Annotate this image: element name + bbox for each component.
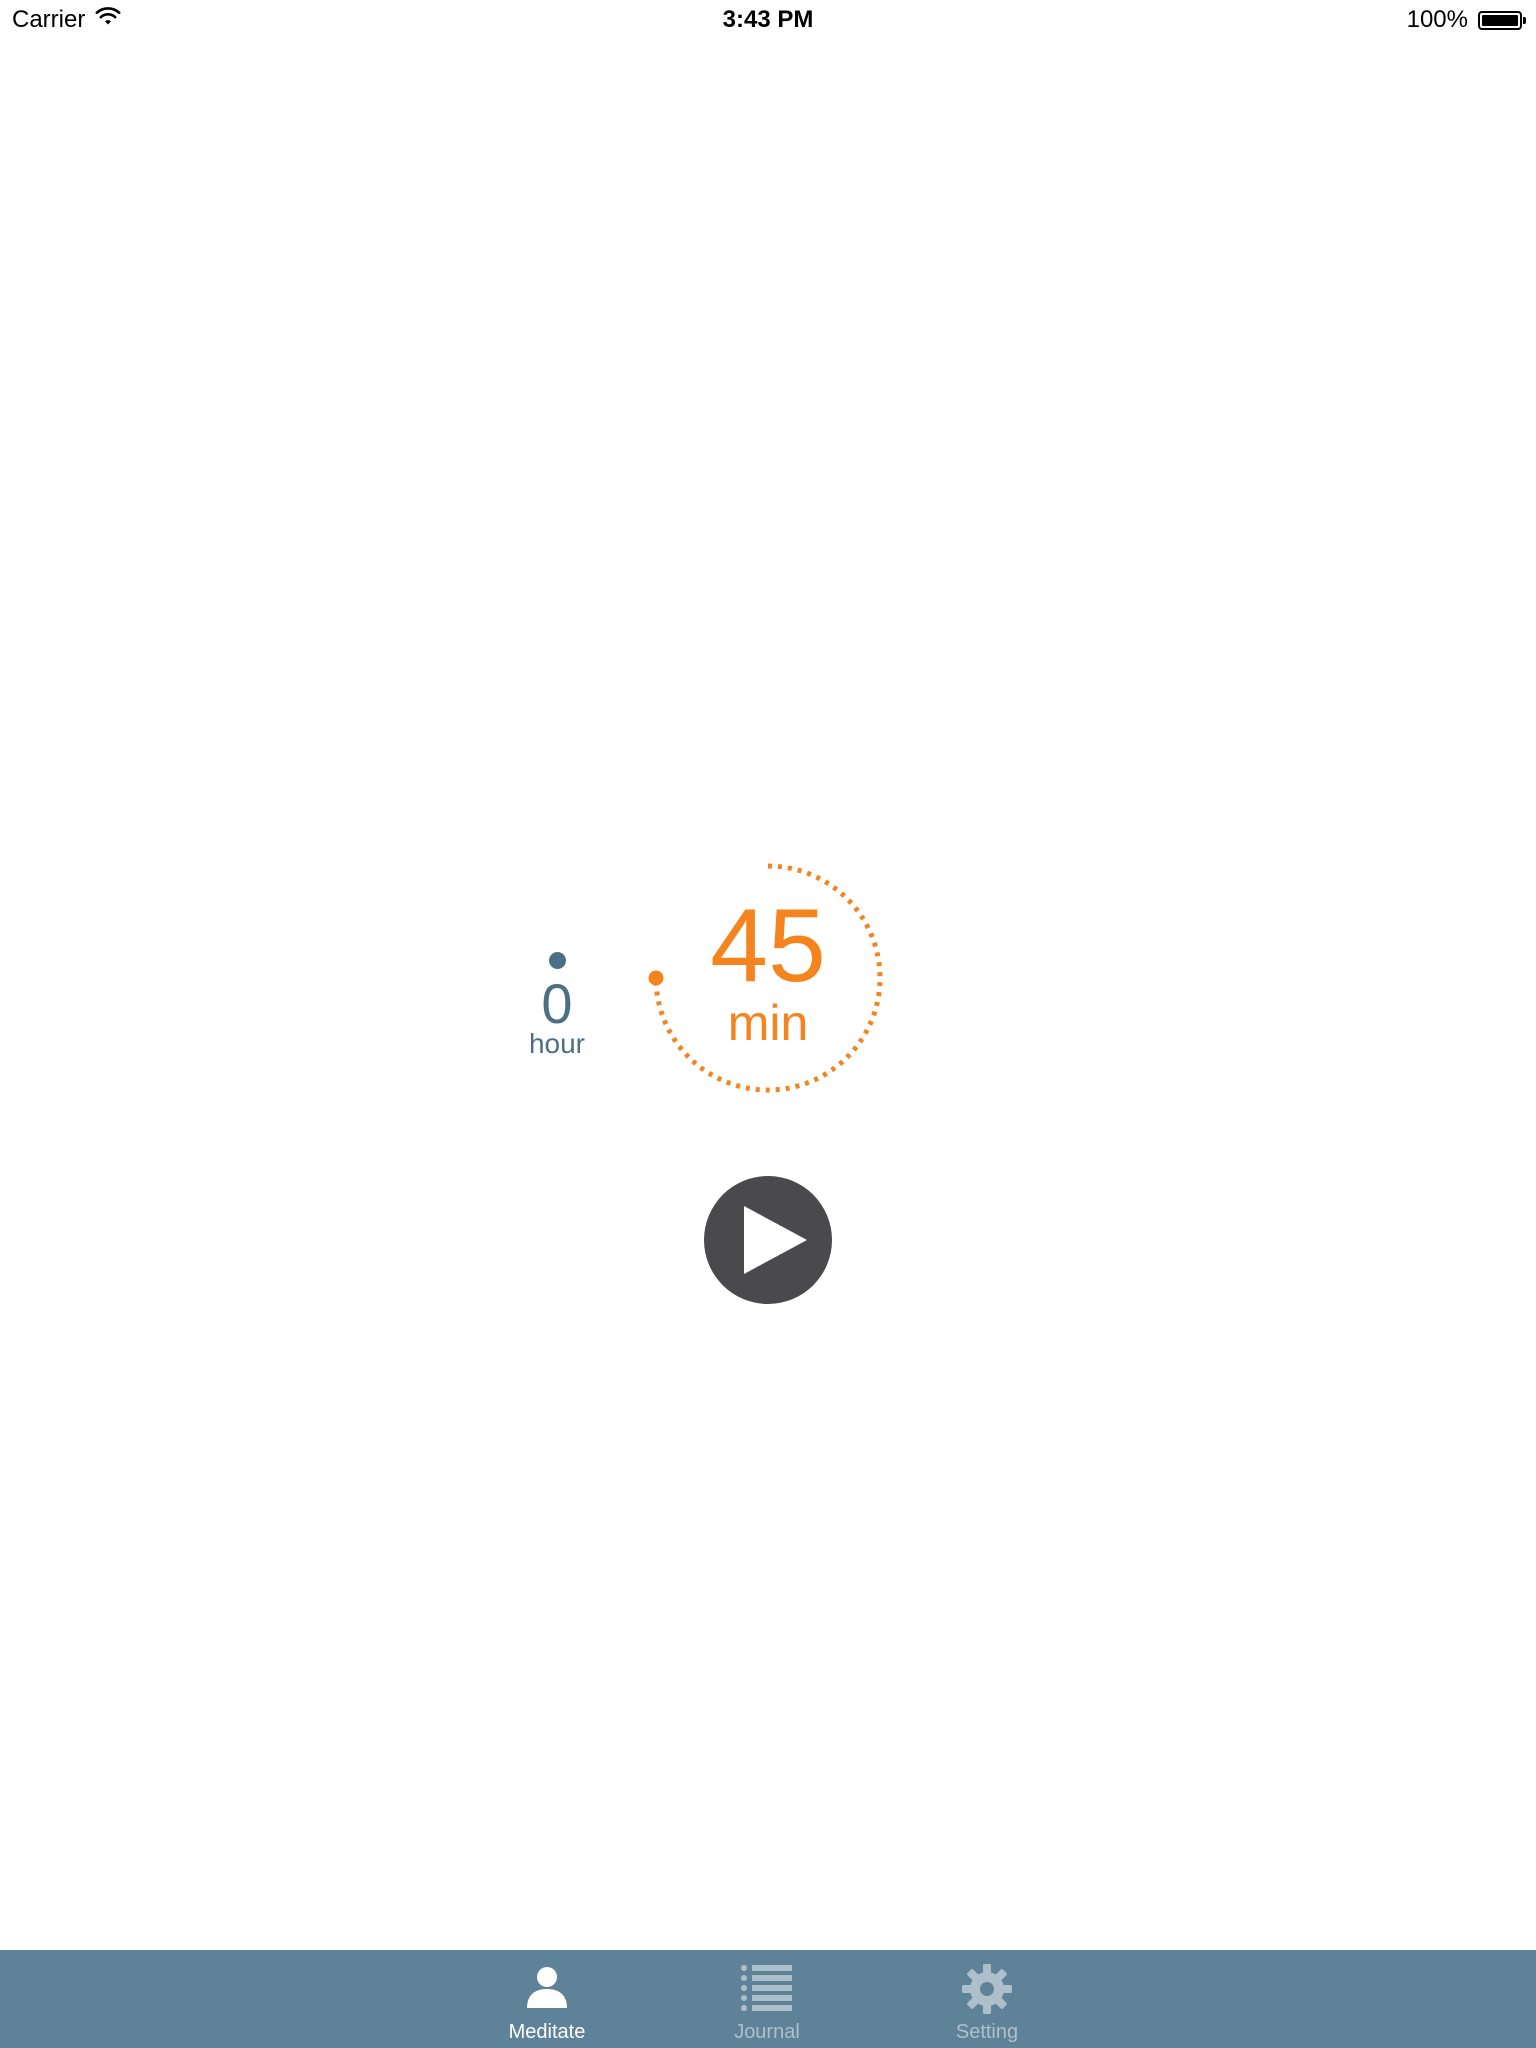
minute-readout: 45 min xyxy=(640,850,896,1106)
tab-label: Journal xyxy=(734,2021,800,2043)
wifi-icon xyxy=(95,6,121,34)
status-left: Carrier xyxy=(12,6,121,34)
tab-label: Setting xyxy=(955,2021,1019,2043)
battery-percent: 100% xyxy=(1406,6,1468,33)
hour-unit-label: hour xyxy=(528,1028,586,1059)
status-right: 100% xyxy=(1406,6,1526,34)
gear-tooth xyxy=(983,2002,991,2014)
gear-tooth xyxy=(983,1964,991,1976)
gear-tooth xyxy=(1000,1985,1012,1993)
status-time: 3:43 PM xyxy=(722,6,814,33)
battery-icon xyxy=(1478,10,1526,30)
tab-setting[interactable]: Setting xyxy=(907,1950,1067,2048)
hour-indicator-dot xyxy=(548,952,566,969)
tab-meditate[interactable]: Meditate xyxy=(467,1950,627,2048)
hour-picker[interactable]: 0 hour xyxy=(507,952,607,1059)
battery-level xyxy=(1482,14,1518,26)
carrier-label: Carrier xyxy=(12,6,86,33)
tab-label: Meditate xyxy=(508,2021,586,2043)
hour-value: 0 xyxy=(541,972,573,1035)
minute-unit-label: min xyxy=(727,995,809,1051)
minute-value: 45 xyxy=(710,888,826,1004)
list-icon xyxy=(741,1965,792,2011)
play-icon xyxy=(744,1206,807,1274)
meditation-timer-screen: Carrier 3:43 PM 100% 0 hour 45 min Medit… xyxy=(0,0,1536,2048)
minute-dial[interactable]: 45 min xyxy=(640,850,896,1106)
gear-tooth xyxy=(962,1985,974,1993)
tab-bar: Meditate Journal Setting xyxy=(0,1950,1536,2048)
gear-icon xyxy=(962,1964,1012,2014)
play-button[interactable] xyxy=(704,1176,832,1304)
battery-tip xyxy=(1523,16,1526,24)
tab-journal[interactable]: Journal xyxy=(687,1950,847,2048)
person-icon xyxy=(527,1967,567,2008)
status-bar: Carrier 3:43 PM 100% xyxy=(0,0,1536,40)
